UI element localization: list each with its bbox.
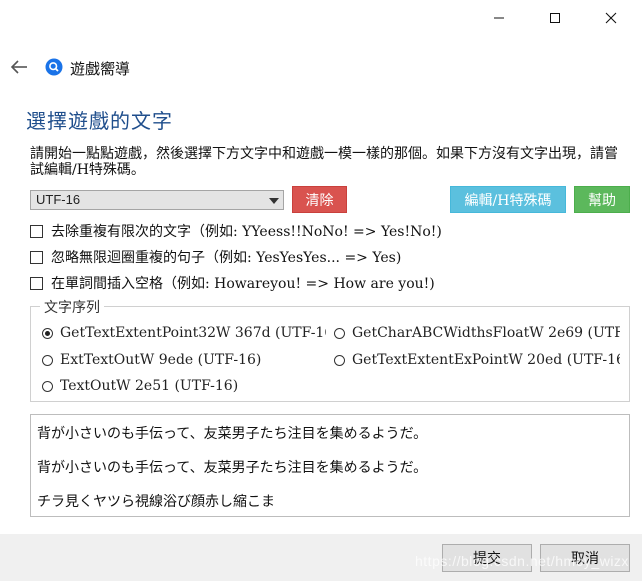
encoding-dropdown[interactable]: UTF-16 — [30, 190, 284, 210]
instruction-text: 請開始一點點遊戲，然後選擇下方文字中和遊戲一模一樣的那個。如果下方沒有文字出現，… — [30, 146, 618, 178]
minimize-button[interactable] — [476, 4, 522, 32]
radio[interactable] — [42, 380, 53, 392]
option-label: 去除重複有限次的文字（例如: YYeess!!NoNo! => Yes!No!) — [51, 224, 442, 240]
checkbox[interactable] — [30, 276, 43, 290]
maximize-icon — [550, 13, 560, 23]
minimize-icon — [494, 17, 504, 19]
preview-line: 背が小さいのも手伝って、友菜男子たち注目を集めるようだ。 — [37, 460, 428, 476]
maximize-button[interactable] — [532, 4, 578, 32]
back-arrow-icon — [10, 60, 27, 74]
back-button[interactable] — [8, 56, 30, 78]
close-button[interactable] — [588, 4, 634, 32]
radio[interactable] — [42, 354, 53, 366]
radio[interactable] — [334, 354, 345, 366]
chevron-down-icon — [269, 198, 279, 204]
option-label: 在單詞間插入空格（例如: Howareyou! => How are you!) — [51, 276, 435, 292]
preview-line: チラ見くヤツら視線浴び顔赤し縮こま — [37, 494, 275, 510]
sequence-label: GetCharABCWidthsFloatW 2e69 (UTF-16) — [352, 325, 620, 341]
insert-spaces-option[interactable]: 在單詞間插入空格（例如: Howareyou! => How are you!) — [30, 273, 435, 293]
edit-hcode-button[interactable]: 編輯/H特殊碼 — [450, 186, 566, 213]
sequence-option[interactable]: GetTextExtentExPointW 20ed (UTF-16) — [334, 352, 620, 368]
sequence-label: GetTextExtentPoint32W 367d (UTF-16) — [60, 325, 326, 341]
encoding-value: UTF-16 — [36, 192, 81, 207]
preview-line: 背が小さいのも手伝って、友菜男子たち注目を集めるようだ。 — [37, 426, 428, 442]
clear-button[interactable]: 清除 — [292, 186, 347, 213]
app-title: 遊戲嚮導 — [70, 61, 131, 78]
radio-selected[interactable] — [42, 327, 53, 339]
sequence-option[interactable]: GetTextExtentPoint32W 367d (UTF-16) — [42, 325, 326, 341]
app-search-icon — [45, 58, 63, 76]
close-icon — [605, 12, 617, 24]
ignore-repeat-sentences-option[interactable]: 忽略無限迴圈重複的句子（例如: YesYesYes... => Yes) — [30, 247, 401, 267]
sequence-option[interactable]: GetCharABCWidthsFloatW 2e69 (UTF-16) — [334, 325, 620, 341]
option-label: 忽略無限迴圈重複的句子（例如: YesYesYes... => Yes) — [51, 250, 402, 266]
remove-repeat-chars-option[interactable]: 去除重複有限次的文字（例如: YYeess!!NoNo! => Yes!No!) — [30, 221, 442, 241]
group-legend: 文字序列 — [40, 297, 104, 317]
checkbox[interactable] — [30, 224, 43, 238]
page-heading: 選擇遊戲的文字 — [26, 109, 173, 133]
sequence-label: GetTextExtentExPointW 20ed (UTF-16) — [352, 352, 620, 368]
sequence-label: ExtTextOutW 9ede (UTF-16) — [60, 352, 262, 368]
sequence-option[interactable]: ExtTextOutW 9ede (UTF-16) — [42, 352, 326, 368]
preview-textarea[interactable]: 背が小さいのも手伝って、友菜男子たち注目を集めるようだ。 背が小さいのも手伝って… — [30, 414, 630, 517]
sequence-option[interactable]: TextOutW 2e51 (UTF-16) — [42, 378, 326, 394]
watermark: https://blog.csdn.net/hmoy_wizx — [415, 553, 629, 569]
sequence-label: TextOutW 2e51 (UTF-16) — [60, 378, 239, 394]
radio[interactable] — [334, 327, 345, 339]
checkbox[interactable] — [30, 250, 43, 264]
help-button[interactable]: 幫助 — [574, 186, 630, 213]
